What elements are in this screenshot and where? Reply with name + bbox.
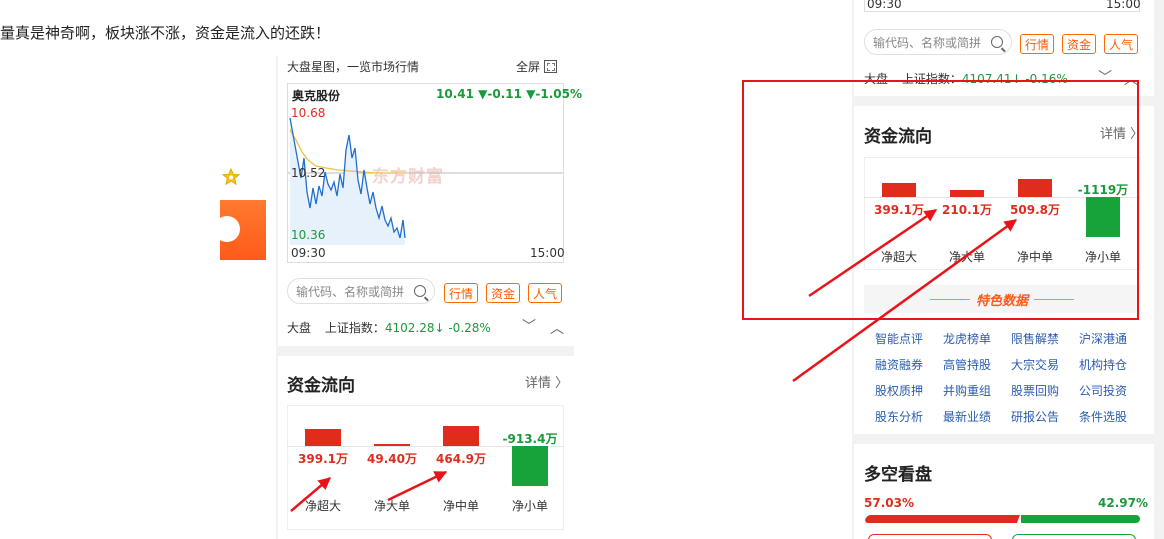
long-short-card — [854, 444, 1154, 539]
short-ratio-bar — [1021, 515, 1140, 523]
price-low-label: 10.36 — [291, 228, 326, 242]
flow-bar — [512, 446, 548, 486]
long-ratio-bar — [864, 515, 1020, 523]
feature-link[interactable]: 并购重组 — [943, 382, 1011, 400]
right-search-placeholder: 输代码、名称或简拼 — [873, 35, 982, 50]
price-high-label: 10.68 — [291, 106, 326, 120]
feature-link[interactable]: 机构持仓 — [1079, 356, 1147, 374]
feature-link[interactable]: 沪深港通 — [1079, 330, 1147, 348]
feature-link[interactable]: 股东分析 — [875, 408, 943, 426]
annotation-highlight-box — [742, 80, 1139, 320]
price-mid-label: 10.52 — [291, 166, 326, 180]
right-tag-quote[interactable]: 行情 — [1020, 34, 1055, 54]
bullish-vote-button[interactable] — [868, 534, 992, 539]
flow-bar — [443, 426, 479, 446]
chevron-up-icon[interactable]: ︿ — [550, 318, 564, 338]
search-placeholder: 输代码、名称或简拼 — [296, 284, 405, 299]
search-icon[interactable] — [991, 36, 1003, 48]
feature-link[interactable]: 大宗交易 — [1011, 356, 1079, 374]
intraday-price-plot — [288, 117, 563, 245]
long-percentage: 57.03% — [864, 496, 914, 510]
banner-circle-shape — [220, 216, 240, 242]
right-tag-popularity[interactable]: 人气 — [1104, 34, 1139, 54]
fullscreen-button[interactable]: 全屏 — [516, 58, 558, 75]
flow-category-label: 净小单 — [511, 499, 548, 513]
flow-value-label: -913.4万 — [502, 432, 558, 446]
feature-link[interactable]: 股票回购 — [1011, 382, 1079, 400]
tag-capital[interactable]: 资金 — [486, 283, 521, 303]
promo-banner[interactable] — [220, 200, 266, 260]
stock-quote: 10.41 ▼-0.11 ▼-1.05% — [436, 87, 582, 101]
flow-category-label: 净超大 — [304, 499, 341, 513]
index-name: 上证指数： — [324, 321, 385, 335]
flow-value-label: 49.40万 — [367, 452, 417, 466]
feature-link[interactable]: 最新业绩 — [943, 408, 1011, 426]
chart-card-title: 大盘星图，一览市场行情 — [287, 60, 420, 74]
stock-search-input[interactable]: 输代码、名称或简拼 — [287, 278, 435, 304]
flow-value-label: 399.1万 — [298, 452, 348, 466]
feature-link[interactable]: 龙虎榜单 — [943, 330, 1011, 348]
right-time-start: 09:30 — [867, 0, 902, 11]
market-index-row[interactable]: 大盘 上证指数：4102.28↓ -0.28% — [287, 319, 491, 336]
index-category: 大盘 — [287, 321, 312, 335]
capital-flow-title: 资金流向 — [287, 376, 355, 396]
feature-link[interactable]: 限售解禁 — [1011, 330, 1079, 348]
fullscreen-label: 全屏 — [516, 60, 541, 74]
time-end-label: 15:00 — [530, 246, 565, 260]
feature-link[interactable]: 高管持股 — [943, 356, 1011, 374]
feature-links-grid: 智能点评 龙虎榜单 限售解禁 沪深港通 融资融券 高管持股 大宗交易 机构持仓 … — [875, 330, 1145, 426]
feature-link[interactable]: 融资融券 — [875, 356, 943, 374]
flow-category-label: 净大单 — [373, 499, 410, 513]
feature-link[interactable]: 条件选股 — [1079, 408, 1147, 426]
flow-value-label: 464.9万 — [436, 452, 486, 466]
long-short-title: 多空看盘 — [864, 465, 932, 485]
feature-link[interactable]: 公司投资 — [1079, 382, 1147, 400]
search-icon[interactable] — [414, 285, 426, 297]
chevron-down-icon[interactable]: ﹀ — [522, 316, 536, 336]
flow-bar — [305, 428, 341, 446]
star-icon[interactable] — [222, 168, 240, 186]
feature-link[interactable]: 智能点评 — [875, 330, 943, 348]
right-intraday-chart[interactable] — [864, 0, 1140, 12]
tag-quote[interactable]: 行情 — [444, 283, 479, 303]
short-percentage: 42.97% — [1098, 496, 1148, 510]
flow-category-label: 净中单 — [442, 499, 479, 513]
capital-flow-detail-link[interactable]: 详情 〉 — [525, 372, 568, 391]
right-tag-capital[interactable]: 资金 — [1062, 34, 1097, 54]
right-stock-search-input[interactable]: 输代码、名称或简拼 — [864, 29, 1012, 55]
right-time-end: 15:00 — [1106, 0, 1141, 11]
feature-link[interactable]: 股权质押 — [875, 382, 943, 400]
index-value: 4102.28↓ -0.28% — [384, 321, 491, 335]
flow-bar — [374, 443, 410, 446]
feature-link[interactable]: 研报公告 — [1011, 408, 1079, 426]
bearish-vote-button[interactable] — [1012, 534, 1136, 539]
time-start-label: 09:30 — [291, 246, 326, 260]
fullscreen-icon — [544, 60, 558, 73]
headline-text: 量真是神奇啊，板块涨不涨，资金是流入的还跌！ — [0, 24, 331, 42]
tag-popularity[interactable]: 人气 — [528, 283, 563, 303]
